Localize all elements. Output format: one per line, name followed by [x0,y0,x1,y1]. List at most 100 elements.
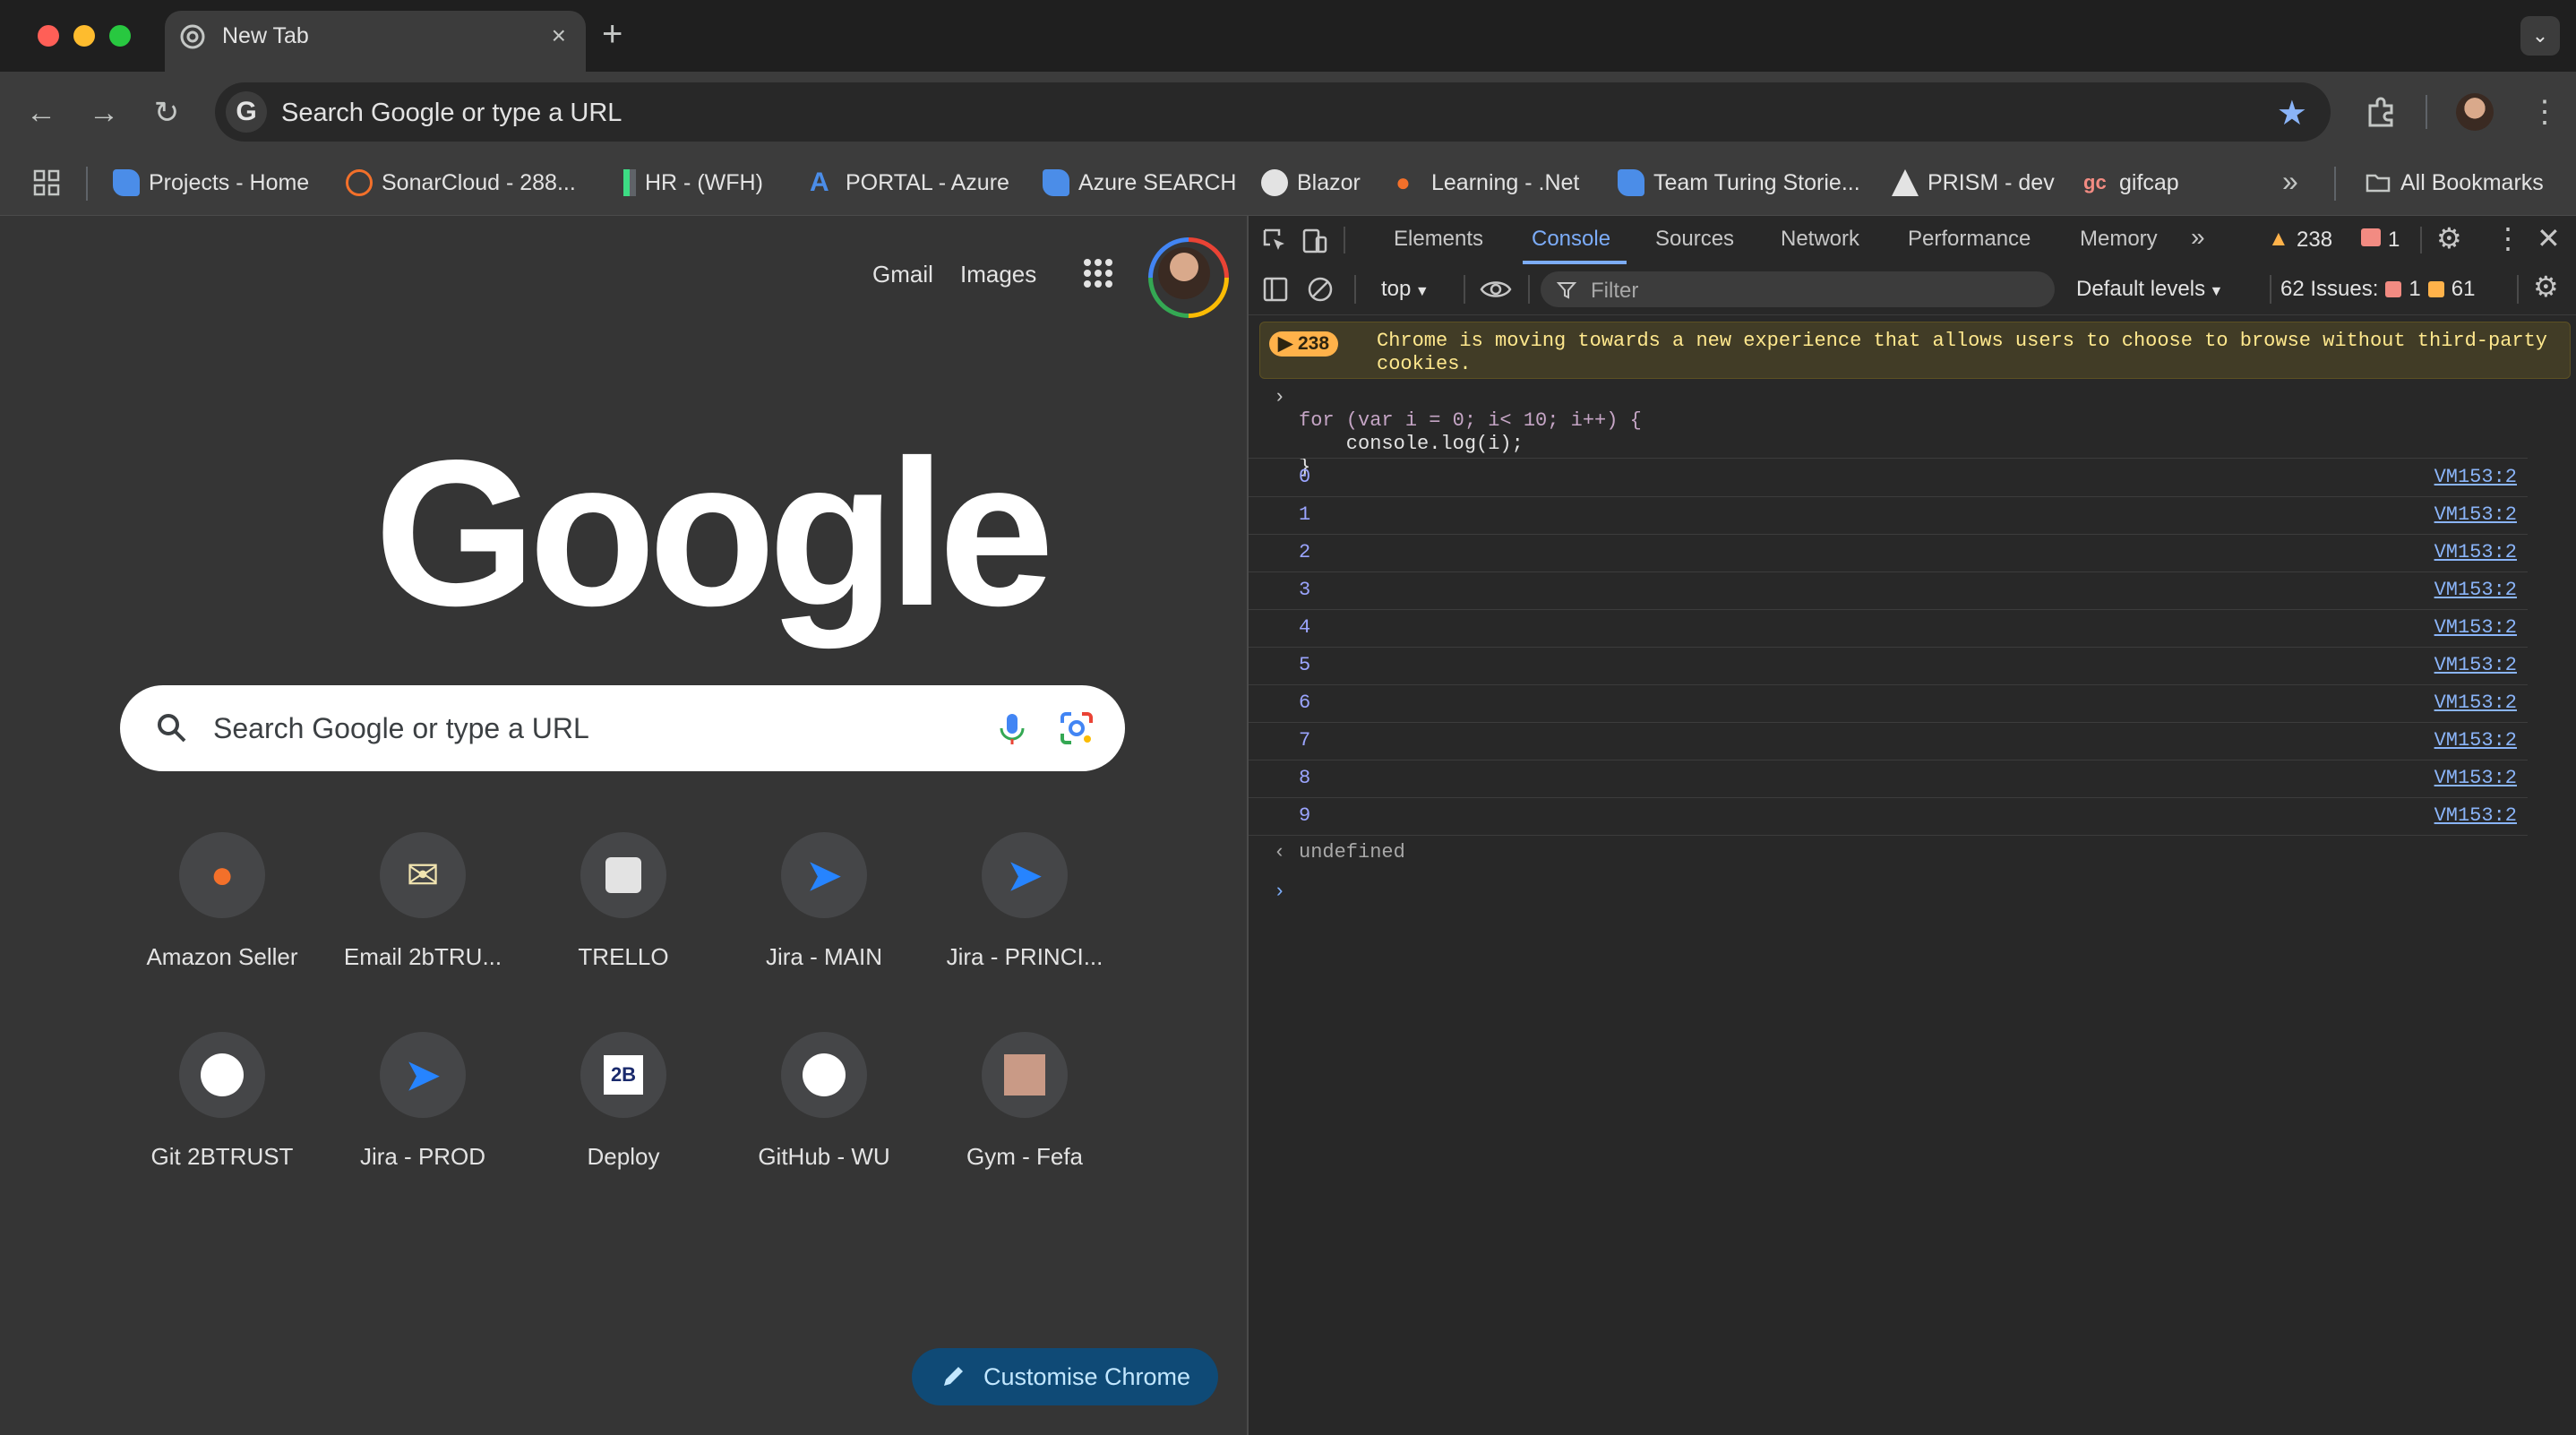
console-prompt[interactable]: › [1274,881,1285,903]
bookmark-item[interactable]: Team Turing Storie... [1618,165,1860,201]
log-source-link[interactable]: VM153:2 [2434,579,2517,601]
inspect-element-icon[interactable] [1261,227,1290,255]
bookmark-item[interactable]: Blazor [1261,165,1361,201]
customise-chrome-button[interactable]: Customise Chrome [912,1348,1218,1405]
address-bar[interactable]: G Search Google or type a URL ★ [215,82,2331,142]
context-select[interactable]: top ▼ [1381,277,1430,302]
log-source-link[interactable]: VM153:2 [2434,804,2517,827]
images-link[interactable]: Images [960,261,1036,288]
bookmark-item[interactable]: SonarCloud - 288... [346,165,576,201]
issues-errors-count: 1 [2409,277,2421,301]
apps-grid-icon[interactable] [32,168,61,197]
bookmark-item[interactable]: HR - (WFH) [623,165,763,201]
tab-memory[interactable]: Memory [2080,227,2158,252]
azure-devops-icon [1618,169,1644,196]
log-source-link[interactable]: VM153:2 [2434,654,2517,676]
shortcut-tile[interactable]: Gym - Fefa [935,1032,1114,1220]
all-bookmarks-button[interactable]: All Bookmarks [2365,165,2544,201]
log-source-link[interactable]: VM153:2 [2434,729,2517,752]
eye-icon[interactable] [1478,275,1514,304]
bookmark-item[interactable]: Projects - Home [113,165,309,201]
new-tab-button[interactable]: + [602,16,623,52]
errors-count[interactable]: 1 [2388,228,2400,253]
bookmark-star-icon[interactable]: ★ [2277,93,2307,133]
shortcut-tile[interactable]: ✉ Email 2bTRU... [333,832,512,1020]
clear-console-icon[interactable] [1306,275,1335,304]
close-window-button[interactable] [38,25,59,47]
voice-search-icon[interactable] [991,707,1034,750]
close-devtools-icon[interactable]: ✕ [2537,221,2561,255]
log-source-link[interactable]: VM153:2 [2434,466,2517,488]
gifcap-icon: gc [2083,171,2107,193]
search-input[interactable]: Search Google or type a URL [213,712,589,745]
shortcut-label: Email 2bTRU... [343,943,502,970]
zoom-window-button[interactable] [109,25,131,47]
gmail-link[interactable]: Gmail [872,261,933,288]
shortcut-tile[interactable]: ● Amazon Seller [133,832,312,1020]
log-levels-select[interactable]: Default levels ▼ [2076,277,2223,302]
tab-network[interactable]: Network [1781,227,1859,252]
log-source-link[interactable]: VM153:2 [2434,692,2517,714]
shortcut-tile[interactable]: ➤ Jira - PRINCI... [935,832,1114,1020]
shortcut-tile[interactable]: ➤ Jira - MAIN [734,832,914,1020]
warning-icon: ▲ [2268,227,2289,251]
tab-performance[interactable]: Performance [1908,227,2031,252]
log-value: 2 [1299,541,1311,563]
shortcut-label: Deploy [587,1143,660,1170]
tab-sources[interactable]: Sources [1655,227,1734,252]
log-source-link[interactable]: VM153:2 [2434,616,2517,639]
forward-icon[interactable]: → [86,95,122,131]
sidebar-toggle-icon[interactable] [1261,275,1290,304]
device-toolbar-icon[interactable] [1301,227,1329,255]
sonarcloud-icon [346,169,373,196]
address-input[interactable]: Search Google or type a URL [281,99,622,128]
log-source-link[interactable]: VM153:2 [2434,767,2517,789]
account-avatar[interactable] [1148,237,1229,318]
close-tab-icon[interactable]: × [552,21,566,50]
bookmarks-overflow-icon[interactable]: » [2282,165,2298,198]
shortcut-tile[interactable]: Git 2BTRUST [133,1032,312,1220]
profile-avatar[interactable] [2456,93,2494,131]
toolbar-divider [2270,275,2271,304]
log-source-link[interactable]: VM153:2 [2434,503,2517,526]
bookmark-item[interactable]: A PORTAL - Azure [810,165,1009,201]
tab-elements[interactable]: Elements [1394,227,1483,252]
console-warning-message[interactable]: ▶ 238 Chrome is moving towards a new exp… [1259,322,2571,379]
shortcut-tile[interactable]: GitHub - WU [734,1032,914,1220]
console-settings-gear-icon[interactable]: ⚙ [2533,270,2559,304]
back-icon[interactable]: ← [23,95,59,131]
bookmark-item[interactable]: Azure SEARCH [1043,165,1236,201]
toolbar-divider [1344,227,1345,253]
bookmark-divider [2334,167,2336,201]
chrome-menu-icon[interactable]: ⋮ [2529,90,2560,134]
new-tab-page: Gmail Images Google Search Google or typ… [0,216,1247,1435]
tab-search-button[interactable]: ⌄ [2520,16,2560,56]
bookmark-item[interactable]: ● Learning - .Net [1395,165,1579,201]
minimize-window-button[interactable] [73,25,95,47]
bookmark-item[interactable]: gc gifcap [2083,165,2179,201]
google-lens-icon[interactable] [1055,707,1098,750]
filter-input[interactable]: Filter [1541,271,2055,307]
google-apps-icon[interactable] [1082,257,1114,289]
reload-icon[interactable]: ↻ [149,95,185,131]
shortcut-tile[interactable]: ➤ Jira - PROD [333,1032,512,1220]
more-tabs-icon[interactable]: » [2191,223,2205,252]
console-toolbar: top ▼ Filter Default levels ▼ 62 Issues:… [1249,264,2576,315]
issues-button[interactable]: 62 Issues: 1 61 [2280,277,2475,302]
devtools-menu-icon[interactable]: ⋮ [2494,221,2522,255]
ntp-search-box[interactable]: Search Google or type a URL [120,685,1125,771]
shortcut-tile[interactable]: 2B Deploy [534,1032,713,1220]
shortcut-tile[interactable]: TRELLO [534,832,713,1020]
extensions-icon[interactable] [2363,93,2399,129]
chrome-icon [180,24,205,49]
log-source-link[interactable]: VM153:2 [2434,541,2517,563]
browser-tab[interactable]: New Tab × [165,11,586,72]
warnings-count[interactable]: 238 [2297,228,2332,253]
warning-count-badge[interactable]: ▶ 238 [1269,331,1339,357]
github-icon [1261,169,1288,196]
tab-title: New Tab [222,23,309,48]
shortcut-label: Amazon Seller [146,943,298,970]
bookmark-item[interactable]: PRISM - dev [1892,165,2055,201]
settings-gear-icon[interactable]: ⚙ [2436,221,2462,255]
tab-console[interactable]: Console [1532,227,1610,252]
